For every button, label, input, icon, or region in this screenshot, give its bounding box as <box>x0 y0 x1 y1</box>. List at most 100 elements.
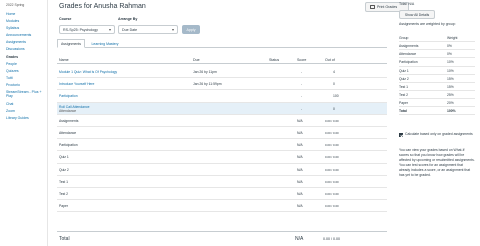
sidebar-item-announcements[interactable]: Announcements <box>6 33 46 40</box>
weight-row: Assignments 0% <box>399 42 475 51</box>
group-name: Test 1 <box>59 179 69 184</box>
sidebar-item-quizzes[interactable]: Quizzes <box>6 69 46 76</box>
weight-value: 0% <box>447 52 452 57</box>
table-row: Quiz 1 N/A 0.00 / 0.00 <box>57 151 387 164</box>
weight-value: 0% <box>447 44 452 49</box>
table-row: Attendance N/A 0.00 / 0.00 <box>57 127 387 140</box>
weight-row: Test 2 25% <box>399 91 475 100</box>
total-row: Total N/A 0.00 / 0.00 <box>57 231 387 244</box>
weight-value: 10% <box>447 60 454 65</box>
term-label: 2022 Spring <box>6 3 25 7</box>
course-select[interactable]: RS-Sp25: Psychology ▾ <box>59 25 115 34</box>
weight-row: Attendance 0% <box>399 50 475 59</box>
score: N/A <box>297 179 303 184</box>
weights-table: Group Weight Assignments 0% Attendance 0% Part… <box>399 34 475 116</box>
score: N/A <box>297 155 303 160</box>
assignment-link[interactable]: Participation <box>59 94 78 98</box>
total-score: N/A <box>295 236 304 242</box>
weight-row: Test 1 15% <box>399 83 475 91</box>
weights-title: Assignments are weighted by group: <box>399 22 456 26</box>
out-of: 0.00 / 0.00 <box>325 143 339 148</box>
group-name: Paper <box>59 204 69 209</box>
weight-row: Quiz 2 15% <box>399 75 475 83</box>
out-of: 4 <box>333 70 335 74</box>
sidebar-item-zoom[interactable]: Zoom <box>6 109 46 116</box>
table-row: Assignments N/A 0.00 / 0.00 <box>57 115 387 127</box>
arrange-by-value: Due Date <box>122 27 138 32</box>
out-of: 0.00 / 0.00 <box>325 204 339 209</box>
calc-label: Calculate based only on graded assignmen… <box>405 132 473 136</box>
weight-group: Quiz 2 <box>399 76 409 81</box>
sidebar-item-people[interactable]: People <box>6 62 46 69</box>
out-of: 0.00 / 0.00 <box>325 131 339 135</box>
sidebar-item-library-guides[interactable]: Library Guides <box>6 116 46 123</box>
score: N/A <box>297 131 303 135</box>
assignment-link[interactable]: Module 1 Quiz: What Is Of Psychology <box>59 70 117 74</box>
weight-group: Participation <box>399 60 418 65</box>
weight-group: Total <box>399 109 407 114</box>
sidebar-item-modules[interactable]: Modules <box>6 19 46 26</box>
col-score: Score <box>297 58 307 62</box>
checkbox-checked[interactable] <box>399 132 403 137</box>
out-of: 0 <box>333 82 335 87</box>
score: - <box>301 70 303 74</box>
table-row: Introduce Yourself Here Jan 26 by 11:59pm… <box>57 78 387 91</box>
group-name: Participation <box>59 143 78 148</box>
group-name: Quiz 1 <box>59 155 69 160</box>
score: N/A <box>297 192 303 196</box>
grades-table-header: Name Due Status Score Out of <box>57 57 387 64</box>
weight-value: 100% <box>447 109 456 114</box>
col-due: Due <box>193 58 200 62</box>
weight-row: Participation 10% <box>399 58 475 67</box>
table-row: Quiz 2 N/A 0.00 / 0.00 <box>57 164 387 176</box>
tab-assignments[interactable]: Assignments <box>57 39 85 48</box>
calculate-graded-only[interactable]: Calculate based only on graded assignmen… <box>399 132 475 137</box>
col-status: Status <box>269 58 280 62</box>
apply-button[interactable]: Apply <box>182 25 200 34</box>
group-name: Quiz 2 <box>59 167 69 172</box>
weight-value: 10% <box>447 68 454 73</box>
course-nav-sidebar: 2022 Spring Home Modules Syllabus Announcem… <box>0 0 48 246</box>
weight-group: Assignments <box>399 44 419 49</box>
score: N/A <box>297 167 303 172</box>
weight-value: 15% <box>447 76 454 81</box>
sidebar-item-assignments[interactable]: Assignments <box>6 40 46 47</box>
weights-total-row: Total 100% <box>399 107 475 116</box>
sidebar-item-tutti[interactable]: Tutti <box>6 76 46 83</box>
sidebar-item-chat[interactable]: Chat <box>6 102 46 109</box>
out-of: 0.00 / 0.00 <box>325 118 339 123</box>
due-date: Jan 26 by 11pm <box>193 70 217 74</box>
sidebar-item-syllabus[interactable]: Syllabus <box>6 26 46 33</box>
chevron-down-icon: ▾ <box>108 27 111 32</box>
weight-group: Quiz 1 <box>399 68 409 73</box>
table-row: Participation - 100 <box>57 90 387 103</box>
assignment-link[interactable]: Introduce Yourself Here <box>59 82 94 86</box>
group-name: Assignments <box>59 118 79 123</box>
col-out-of: Out of <box>325 58 335 62</box>
out-of: 0.00 / 0.00 <box>325 192 339 196</box>
page-title: Grades for Anusha Rahman <box>59 3 146 10</box>
sidebar-item-discussions[interactable]: Discussions <box>6 47 46 54</box>
tab-learning-mastery[interactable]: Learning Mastery <box>87 39 123 48</box>
weight-row: Paper 20% <box>399 99 475 108</box>
sidebar-item-streamstream-plus-play[interactable]: StreamStream - Plus + Play <box>6 90 46 102</box>
weight-value: 15% <box>447 84 454 89</box>
score: - <box>301 106 303 111</box>
sidebar-item-proctorio[interactable]: Proctorio <box>6 83 46 90</box>
weight-group: Test 2 <box>399 92 409 97</box>
sidebar-item-home[interactable]: Home <box>6 12 46 19</box>
show-all-details-button[interactable]: Show All Details <box>399 10 435 19</box>
table-row: Roll Call Attendance Attendance -0 <box>57 102 387 115</box>
table-row: Test 1 N/A 0.00 / 0.00 <box>57 176 387 188</box>
score: N/A <box>297 204 303 209</box>
due-date: Jan 26 by 11:59pm <box>193 82 222 87</box>
weight-value: 20% <box>447 101 454 106</box>
course-select-value: RS-Sp25: Psychology <box>63 27 98 32</box>
out-of: 100 <box>333 94 339 99</box>
what-if-explanation: You can view your grades based on What-I… <box>399 148 475 177</box>
arrange-by-select[interactable]: Due Date ▾ <box>118 25 178 34</box>
grades-main: Grades for Anusha Rahman Print Grades Co… <box>55 0 409 246</box>
sidebar-item-grades[interactable]: Grades <box>6 55 46 62</box>
weight-group: Paper <box>399 101 409 106</box>
grade-summary-panel: Total: N/A Show All Details Assignments … <box>395 0 480 246</box>
